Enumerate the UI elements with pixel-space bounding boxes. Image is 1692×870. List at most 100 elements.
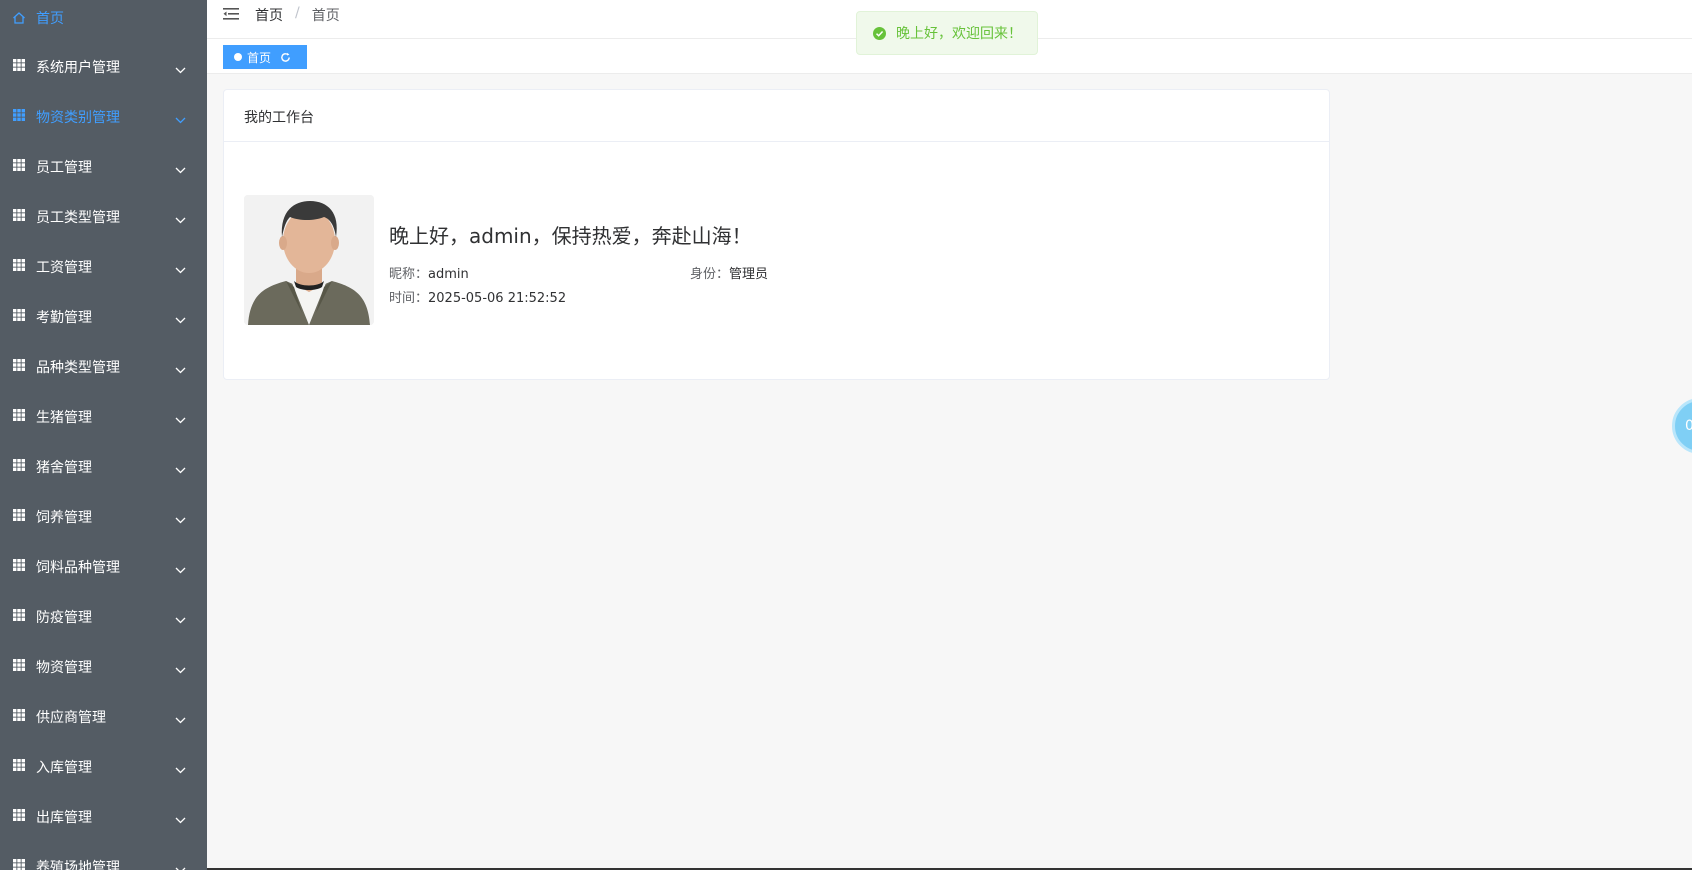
grid-icon	[13, 659, 25, 671]
user-avatar	[244, 195, 374, 325]
success-toast: 晚上好，欢迎回来！	[856, 11, 1038, 55]
sidebar-item-label: 首页	[36, 11, 64, 27]
grid-icon	[13, 209, 25, 221]
time-value: 2025-05-06 21:52:52	[428, 291, 567, 306]
breadcrumb-home[interactable]: 首页	[255, 5, 283, 25]
tag-label: 首页	[247, 50, 272, 65]
sidebar-item-label: 考勤管理	[36, 310, 92, 326]
chevron-down-icon	[175, 462, 186, 474]
grid-icon	[13, 459, 25, 471]
nickname-value: admin	[428, 267, 469, 282]
active-dot-icon	[234, 53, 242, 61]
sidebar-item-7[interactable]: 品种类型管理	[0, 342, 207, 392]
chevron-down-icon	[175, 162, 186, 174]
sidebar-item-10[interactable]: 饲养管理	[0, 492, 207, 542]
role-value: 管理员	[729, 267, 769, 282]
sidebar-item-label: 系统用户管理	[36, 60, 120, 76]
grid-icon	[13, 759, 25, 771]
floating-chat-button[interactable]: 0	[1672, 398, 1692, 454]
sidebar-item-label: 猪舍管理	[36, 460, 92, 476]
sidebar-item-label: 员工管理	[36, 160, 92, 176]
chevron-down-icon	[175, 312, 186, 324]
sidebar-item-label: 入库管理	[36, 760, 92, 776]
grid-icon	[13, 159, 25, 171]
chevron-down-icon	[175, 812, 186, 824]
grid-icon	[13, 309, 25, 321]
sidebar-item-label: 物资管理	[36, 660, 92, 676]
chevron-down-icon	[175, 112, 186, 124]
sidebar-item-11[interactable]: 饲料品种管理	[0, 542, 207, 592]
toast-message: 晚上好，欢迎回来！	[896, 26, 1022, 42]
person-avatar-icon	[244, 195, 374, 325]
chevron-down-icon	[175, 662, 186, 674]
chevron-down-icon	[175, 712, 186, 724]
sidebar-item-label: 物资类别管理	[36, 110, 120, 126]
sidebar-item-label: 出库管理	[36, 810, 92, 826]
grid-icon	[13, 809, 25, 821]
sidebar-item-label: 工资管理	[36, 260, 92, 276]
sidebar-item-label: 员工类型管理	[36, 210, 120, 226]
chevron-down-icon	[175, 862, 186, 870]
grid-icon	[13, 359, 25, 371]
grid-icon	[13, 709, 25, 721]
sidebar: 首页系统用户管理 物资类别管理 员工管理员工类型管理 工资管理考勤管理品种类型管理 生猪…	[0, 0, 207, 870]
sidebar-item-0[interactable]: 首页	[0, 0, 207, 36]
sidebar-item-label: 饲料品种管理	[36, 560, 120, 576]
grid-icon	[13, 409, 25, 421]
greeting-text: 晚上好，admin，保持热爱，奔赴山海！	[389, 224, 752, 248]
chevron-down-icon	[175, 212, 186, 224]
chevron-down-icon	[175, 262, 186, 274]
grid-icon	[13, 609, 25, 621]
sidebar-item-15[interactable]: 入库管理	[0, 742, 207, 792]
sidebar-item-16[interactable]: 出库管理	[0, 792, 207, 842]
grid-icon	[13, 509, 25, 521]
sidebar-item-label: 饲养管理	[36, 510, 92, 526]
sidebar-item-5[interactable]: 工资管理	[0, 242, 207, 292]
breadcrumb-current: 首页	[311, 8, 340, 24]
menu-toggle-icon[interactable]	[223, 7, 239, 21]
app-root: 首页系统用户管理 物资类别管理 员工管理员工类型管理 工资管理考勤管理品种类型管理 生猪…	[0, 0, 1692, 870]
nickname-row: 昵称：admin	[389, 263, 469, 282]
sidebar-item-12[interactable]: 防疫管理	[0, 592, 207, 642]
sidebar-item-1[interactable]: 系统用户管理	[0, 42, 207, 92]
nickname-label: 昵称：	[389, 267, 429, 282]
time-row: 时间：2025-05-06 21:52:52	[389, 287, 566, 306]
breadcrumb: 首页 / 首页	[255, 5, 340, 25]
sidebar-item-label: 养殖场地管理	[36, 860, 120, 870]
role-row: 身份：管理员	[690, 263, 768, 282]
float-ball-text: 0	[1685, 418, 1692, 434]
role-label: 身份：	[690, 267, 730, 282]
chevron-down-icon	[175, 412, 186, 424]
sidebar-item-4[interactable]: 员工类型管理	[0, 192, 207, 242]
sidebar-item-9[interactable]: 猪舍管理	[0, 442, 207, 492]
home-icon	[12, 11, 26, 25]
sidebar-item-label: 供应商管理	[36, 710, 106, 726]
sidebar-item-6[interactable]: 考勤管理	[0, 292, 207, 342]
sidebar-item-2[interactable]: 物资类别管理	[0, 92, 207, 142]
sidebar-item-label: 生猪管理	[36, 410, 92, 426]
breadcrumb-separator: /	[295, 5, 300, 21]
chevron-down-icon	[175, 362, 186, 374]
sidebar-item-label: 品种类型管理	[36, 360, 120, 376]
check-circle-icon	[873, 26, 886, 40]
chevron-down-icon	[175, 562, 186, 574]
grid-icon	[13, 59, 25, 71]
sidebar-item-label: 防疫管理	[36, 610, 92, 626]
workbench-card: 我的工作台 晚上好，admin，保持热爱，奔赴山海！ 昵称：admin 身份：管…	[223, 89, 1330, 380]
grid-icon	[13, 259, 25, 271]
grid-icon	[13, 859, 25, 870]
sidebar-item-3[interactable]: 员工管理	[0, 142, 207, 192]
chevron-down-icon	[175, 512, 186, 524]
sidebar-item-8[interactable]: 生猪管理	[0, 392, 207, 442]
tag-home[interactable]: 首页	[223, 45, 307, 69]
grid-icon	[13, 559, 25, 571]
grid-icon	[13, 109, 25, 121]
chevron-down-icon	[175, 762, 186, 774]
card-title: 我的工作台	[224, 90, 1329, 142]
sidebar-item-14[interactable]: 供应商管理	[0, 692, 207, 742]
sidebar-item-13[interactable]: 物资管理	[0, 642, 207, 692]
chevron-down-icon	[175, 62, 186, 74]
sidebar-item-17[interactable]: 养殖场地管理	[0, 842, 207, 870]
refresh-icon[interactable]	[280, 52, 291, 63]
chevron-down-icon	[175, 612, 186, 624]
